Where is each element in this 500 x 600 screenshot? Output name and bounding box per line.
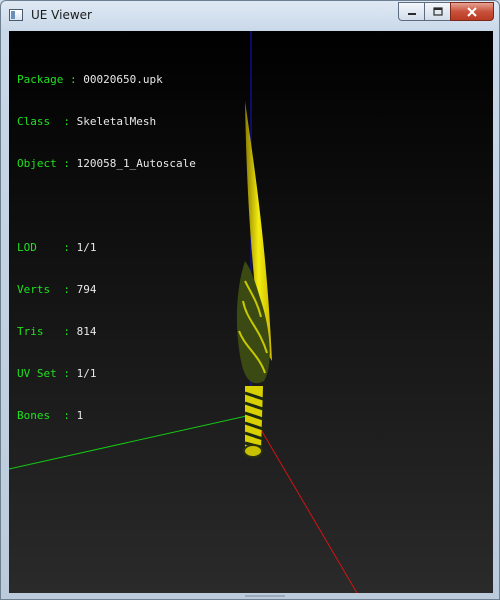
- hud-value-bones: 1: [76, 409, 84, 422]
- minimize-button[interactable]: [398, 2, 424, 21]
- caption-buttons: [398, 2, 494, 21]
- hud-label: Tris: [17, 325, 64, 338]
- hud-label: Bones: [17, 409, 64, 422]
- hud-row-package: Package : 00020650.upk: [17, 73, 163, 86]
- app-window: UE Viewer Package: 00020650.upk Class:…: [0, 0, 500, 600]
- hud-value-tris: 814: [76, 325, 97, 338]
- 3d-viewport[interactable]: Package : 00020650.upk Class : SkeletalM…: [9, 31, 493, 593]
- maximize-icon: [432, 7, 443, 16]
- resize-grip[interactable]: [245, 594, 285, 598]
- hud-label: Class: [17, 115, 64, 128]
- hud-label: Object: [17, 157, 64, 170]
- hud-row-bones: Bones : 1: [17, 409, 84, 422]
- hud-value-package: 00020650.upk: [83, 73, 163, 86]
- dagger-mesh: [236, 101, 272, 458]
- hud-value-verts: 794: [76, 283, 97, 296]
- hud-value-uvset: 1/1: [76, 367, 97, 380]
- hud-value-object: 120058_1_Autoscale: [76, 157, 196, 170]
- hud-row-class: Class : SkeletalMesh: [17, 115, 157, 128]
- hud-row-object: Object : 120058_1_Autoscale: [17, 157, 196, 170]
- hud-row-verts: Verts : 794: [17, 283, 97, 296]
- hud-label: Package: [17, 73, 64, 86]
- mesh-info-overlay: Package : 00020650.upk Class : SkeletalM…: [17, 45, 196, 451]
- hud-label: Verts: [17, 283, 64, 296]
- hud-row-tris: Tris : 814: [17, 325, 97, 338]
- hud-row-uvset: UV Set : 1/1: [17, 367, 97, 380]
- hud-value-class: SkeletalMesh: [76, 115, 157, 128]
- axis-x-line: [252, 415, 358, 593]
- hud-row-lod: LOD : 1/1: [17, 241, 97, 254]
- close-icon: [467, 6, 477, 17]
- app-window-icon[interactable]: [9, 9, 23, 21]
- maximize-button[interactable]: [424, 2, 450, 21]
- hud-value-lod: 1/1: [76, 241, 97, 254]
- hud-label: LOD: [17, 241, 64, 254]
- minimize-icon: [407, 12, 416, 15]
- dagger-pommel: [243, 444, 263, 458]
- hud-label: UV Set: [17, 367, 64, 380]
- title-bar[interactable]: UE Viewer: [1, 1, 499, 31]
- close-button[interactable]: [450, 2, 494, 21]
- window-title: UE Viewer: [31, 8, 92, 22]
